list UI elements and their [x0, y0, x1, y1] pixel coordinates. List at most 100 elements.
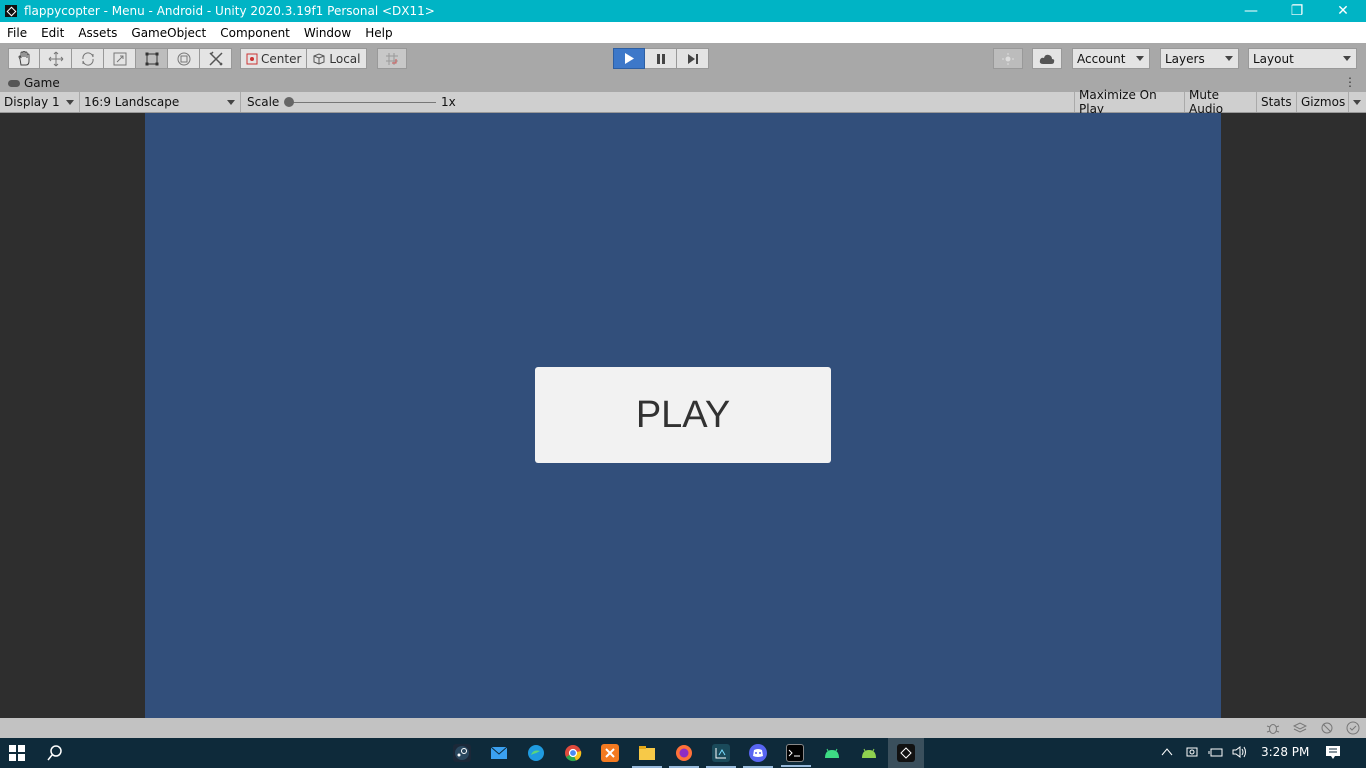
gizmos-dropdown[interactable]: [1349, 92, 1366, 112]
pause-icon: [656, 53, 665, 64]
tray-chevron-up-icon[interactable]: [1160, 745, 1174, 762]
move-tool-icon: [48, 51, 63, 66]
grid-snap-group: [377, 48, 407, 69]
stats-toggle[interactable]: Stats: [1257, 92, 1297, 112]
scale-tool-icon: [113, 52, 126, 65]
aspect-dropdown[interactable]: 16:9 Landscape: [80, 92, 241, 112]
transform-tool-button[interactable]: [168, 48, 200, 69]
tray-volume-icon[interactable]: [1232, 745, 1248, 762]
pivot-center-label: Center: [261, 51, 302, 66]
title-bar: flappycopter - Menu - Android - Unity 20…: [0, 0, 1366, 22]
pivot-icon: [246, 53, 258, 64]
layers-label: Layers: [1165, 51, 1205, 66]
progress-check-icon[interactable]: [1346, 721, 1360, 735]
cloud-icon: [1039, 54, 1055, 64]
account-label: Account: [1077, 51, 1126, 66]
android-studio-icon[interactable]: [823, 744, 841, 762]
menu-window[interactable]: Window: [297, 26, 358, 40]
menu-edit[interactable]: Edit: [34, 26, 71, 40]
kebab-menu-icon[interactable]: ⋮: [1344, 75, 1356, 89]
game-canvas: PLAY: [145, 113, 1221, 718]
transform-tools: [8, 48, 232, 69]
scale-slider-track[interactable]: [288, 102, 436, 103]
step-button[interactable]: [677, 48, 709, 69]
playback-controls: [613, 48, 709, 69]
display-dropdown-arrow-icon: [66, 100, 74, 105]
cloud-button[interactable]: [1032, 48, 1062, 69]
layers-dropdown-arrow-icon: [1225, 56, 1233, 61]
aspect-dropdown-arrow-icon: [227, 100, 235, 105]
tray-power-icon[interactable]: [1208, 745, 1224, 762]
firefox-icon[interactable]: [669, 744, 699, 768]
transform-tool-icon: [177, 52, 190, 65]
scale-slider-thumb[interactable]: [284, 97, 294, 107]
search-icon[interactable]: [46, 744, 64, 762]
restore-button[interactable]: ❐: [1274, 0, 1320, 22]
windows-taskbar: 3:28 PM: [0, 738, 1366, 768]
cloud-group: [1032, 48, 1062, 69]
move-tool-button[interactable]: [40, 48, 72, 69]
display-label: Display 1: [4, 95, 60, 109]
windows-start-icon[interactable]: [9, 745, 25, 761]
layout-dropdown-arrow-icon: [1343, 56, 1351, 61]
mail-icon[interactable]: [490, 744, 508, 762]
main-toolbar: Center Local Account Layers Layout: [0, 43, 1366, 74]
bug-icon[interactable]: [1266, 721, 1280, 735]
rect-tool-button[interactable]: [136, 48, 168, 69]
rect-tool-icon: [145, 52, 158, 65]
menu-gameobject[interactable]: GameObject: [124, 26, 213, 40]
collab-button[interactable]: [993, 48, 1023, 69]
code-editor-icon[interactable]: [706, 744, 736, 768]
gizmos-toggle[interactable]: Gizmos: [1297, 92, 1349, 112]
hand-tool-icon: [18, 50, 30, 65]
scale-tool-button[interactable]: [104, 48, 136, 69]
display-dropdown[interactable]: Display 1: [0, 92, 80, 112]
local-cube-icon: [313, 52, 325, 65]
game-view: PLAY: [0, 113, 1366, 718]
tab-game[interactable]: Game: [0, 76, 60, 90]
discord-icon[interactable]: [743, 744, 773, 768]
rotate-tool-button[interactable]: [72, 48, 104, 69]
hand-tool-button[interactable]: [8, 48, 40, 69]
menu-help[interactable]: Help: [358, 26, 399, 40]
menu-assets[interactable]: Assets: [71, 26, 124, 40]
unity-taskbar-icon: [897, 744, 915, 762]
lighting-icon[interactable]: [1320, 721, 1334, 735]
pivot-local-button[interactable]: Local: [307, 48, 367, 69]
file-explorer-icon[interactable]: [632, 744, 662, 768]
custom-tool-icon: [208, 50, 223, 66]
close-button[interactable]: ✕: [1320, 0, 1366, 22]
gizmos-dropdown-arrow-icon: [1353, 100, 1361, 105]
command-prompt-icon[interactable]: [781, 744, 811, 767]
taskbar-clock[interactable]: 3:28 PM: [1261, 745, 1309, 759]
menu-bar: File Edit Assets GameObject Component Wi…: [0, 22, 1366, 43]
xampp-icon[interactable]: [601, 744, 619, 762]
custom-tool-button[interactable]: [200, 48, 232, 69]
maximize-on-play-toggle[interactable]: Maximize On Play: [1074, 88, 1185, 116]
menu-file[interactable]: File: [0, 26, 34, 40]
grid-snap-button[interactable]: [377, 48, 407, 69]
tray-meet-icon[interactable]: [1185, 745, 1199, 762]
mute-audio-toggle[interactable]: Mute Audio: [1185, 88, 1257, 116]
unity-logo-icon: [5, 5, 17, 17]
rotate-tool-icon: [81, 51, 94, 66]
chrome-browser-icon[interactable]: [564, 744, 582, 762]
android-emulator-icon[interactable]: [860, 744, 878, 762]
play-button[interactable]: [613, 48, 645, 69]
grid-snap-icon: [386, 52, 398, 65]
layers-dropdown[interactable]: Layers: [1160, 48, 1239, 69]
layout-dropdown[interactable]: Layout: [1248, 48, 1357, 69]
steam-icon[interactable]: [453, 744, 471, 762]
edge-browser-icon[interactable]: [527, 744, 545, 762]
gamepad-icon: [8, 79, 20, 87]
account-dropdown[interactable]: Account: [1072, 48, 1150, 69]
game-play-button[interactable]: PLAY: [535, 367, 831, 463]
layers-stack-icon[interactable]: [1293, 721, 1307, 735]
pause-button[interactable]: [645, 48, 677, 69]
notifications-icon[interactable]: [1325, 745, 1341, 764]
scale-label: Scale: [247, 95, 280, 109]
minimize-button[interactable]: —: [1228, 0, 1274, 22]
unity-taskbar-item[interactable]: [888, 738, 924, 768]
menu-component[interactable]: Component: [213, 26, 297, 40]
pivot-center-button[interactable]: Center: [240, 48, 308, 69]
